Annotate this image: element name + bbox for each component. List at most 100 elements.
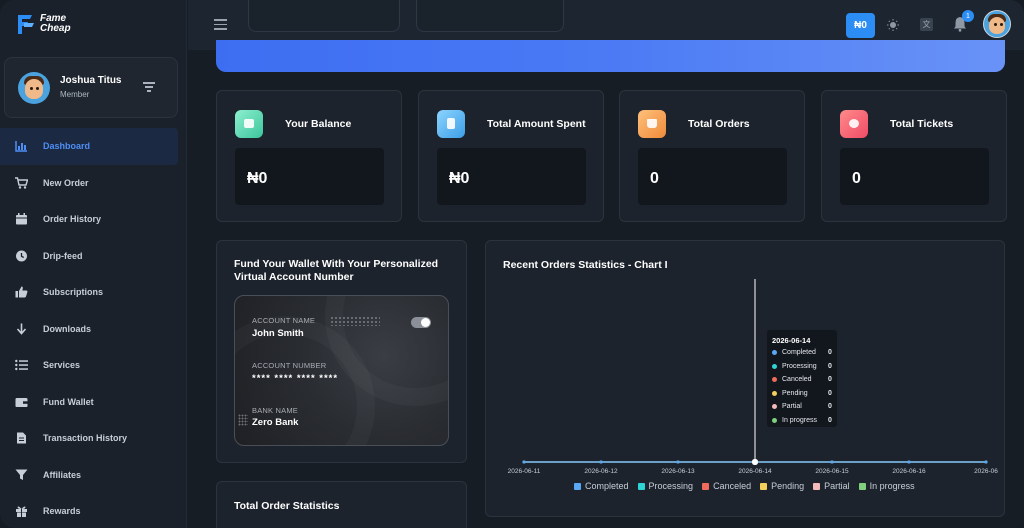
user-avatar[interactable] [983, 10, 1011, 38]
profile-role: Member [60, 90, 90, 99]
x-tick-label: 2026-06-13 [661, 468, 695, 475]
legend-label: In progress [869, 481, 915, 491]
legend-swatch [760, 482, 768, 490]
sidebar-item-subscriptions[interactable]: Subscriptions [0, 274, 187, 311]
account-name-label: ACCOUNT NAME [252, 316, 316, 325]
gift-icon [15, 505, 28, 518]
tooltip-series-name: Completed [782, 349, 816, 356]
menu-icon[interactable] [214, 19, 227, 30]
ghost-button-right [416, 0, 564, 32]
profile-menu-icon[interactable] [143, 82, 155, 92]
filter-icon [15, 469, 28, 481]
stat-title: Your Balance [285, 118, 352, 130]
legend-item-partial[interactable]: Partial [813, 481, 850, 491]
logo[interactable]: Fame Cheap [16, 12, 71, 36]
sidebar-item-label: Transaction History [43, 433, 128, 444]
profile-card: Joshua Titus Member [4, 57, 178, 118]
stat-value-box: 0 [638, 148, 787, 205]
data-point[interactable] [984, 460, 988, 464]
fund-wallet-panel: Fund Your Wallet With Your Personalized … [216, 240, 467, 463]
legend-item-pending[interactable]: Pending [760, 481, 804, 491]
app-frame: Fame Cheap Joshua Titus Member Dashboard… [0, 0, 1024, 528]
card-dots [330, 316, 380, 326]
sidebar-item-fund-wallet[interactable]: Fund Wallet [0, 384, 187, 421]
data-point[interactable] [676, 460, 680, 464]
sidebar-item-label: Rewards [43, 506, 81, 517]
legend-label: Pending [771, 481, 805, 491]
x-tick-label: 2026-06 [974, 468, 998, 475]
x-tick-label: 2026-06-14 [738, 468, 772, 475]
orders-chart[interactable]: 2026-06-11 2026-06-12 2026-06-13 2026-06-14… [486, 241, 1005, 517]
legend-swatch [574, 482, 581, 490]
tooltip-date: 2026-06-14 [772, 336, 811, 345]
stat-value: ₦0 [247, 170, 268, 187]
stat-title: Total Orders [688, 118, 750, 130]
cart-icon [638, 110, 666, 138]
sidebar-item-rewards[interactable]: Rewards [0, 493, 187, 528]
legend-item-canceled[interactable]: Canceled [702, 481, 751, 491]
total-order-statistics-panel: Total Order Statistics [216, 481, 467, 528]
legend-item-in-progress[interactable]: In progress [858, 481, 915, 491]
data-point[interactable] [599, 460, 603, 464]
arrow-down-icon [15, 323, 28, 335]
card-toggle[interactable] [411, 317, 431, 328]
stat-title: Total Amount Spent [487, 118, 586, 130]
sidebar-item-new-order[interactable]: New Order [0, 165, 187, 202]
tooltip-series-name: Canceled [782, 376, 812, 383]
cart-icon [15, 177, 29, 189]
profile-name: Joshua Titus [60, 75, 122, 86]
document-icon [15, 432, 28, 444]
stat-card-total-tickets: Total Tickets 0 [821, 90, 1007, 222]
theme-toggle-icon[interactable] [887, 18, 899, 31]
legend-label: Processing [648, 481, 694, 491]
tooltip-row: Partial 0 [772, 403, 834, 410]
wallet-icon [15, 396, 28, 408]
data-point[interactable] [830, 460, 834, 464]
stat-value-box: ₦0 [437, 148, 586, 205]
tooltip-value: 0 [828, 403, 832, 410]
data-point[interactable] [907, 460, 911, 464]
sidebar: Fame Cheap Joshua Titus Member Dashboard… [0, 0, 187, 528]
x-tick-label: 2026-06-16 [892, 468, 926, 475]
x-tick-label: 2026-06-11 [508, 468, 541, 475]
sidebar-item-downloads[interactable]: Downloads [0, 311, 187, 348]
wallet-icon [235, 110, 263, 138]
tooltip-row: Completed 0 [772, 349, 834, 356]
bank-name-label: BANK NAME [252, 406, 298, 415]
tooltip-value: 0 [828, 389, 832, 397]
x-tick-label: 2026-06-15 [815, 468, 849, 475]
translate-icon[interactable]: 文 [920, 18, 933, 31]
balance-chip[interactable]: ₦0 [846, 13, 875, 38]
sidebar-item-label: Order History [43, 214, 102, 225]
data-point[interactable] [522, 460, 526, 464]
stat-card-total-orders: Total Orders 0 [619, 90, 805, 222]
logo-text-line2: Cheap [40, 23, 71, 34]
legend-label: Completed [585, 481, 629, 491]
sidebar-item-drip-feed[interactable]: Drip-feed [0, 238, 187, 275]
hero-banner [216, 40, 1005, 72]
notification-badge: 1 [962, 10, 974, 22]
legend-item-completed[interactable]: Completed [574, 481, 629, 491]
sidebar-item-affiliates[interactable]: Affiliates [0, 457, 187, 494]
avatar[interactable] [18, 72, 50, 104]
card-chip [238, 414, 248, 426]
stat-value: 0 [650, 170, 659, 187]
sidebar-item-order-history[interactable]: Order History [0, 201, 187, 238]
stat-value-box: ₦0 [235, 148, 384, 205]
tooltip-dot [772, 363, 777, 369]
fund-wallet-title: Fund Your Wallet With Your Personalized … [234, 258, 439, 283]
legend-item-processing[interactable]: Processing [637, 481, 694, 491]
tooltip-series-name: Processing [782, 362, 817, 370]
data-point[interactable] [752, 459, 758, 465]
sidebar-item-transaction-history[interactable]: Transaction History [0, 420, 187, 457]
tooltip-value: 0 [828, 416, 832, 424]
stat-title: Total Tickets [890, 118, 954, 130]
sidebar-item-dashboard[interactable]: Dashboard [0, 128, 178, 165]
legend-swatch [858, 482, 866, 490]
chat-icon [840, 110, 868, 138]
clock-icon [15, 250, 28, 262]
legend-label: Canceled [713, 481, 752, 491]
sidebar-item-label: Fund Wallet [43, 396, 94, 407]
stat-card-amount-spent: Total Amount Spent ₦0 [418, 90, 604, 222]
sidebar-item-services[interactable]: Services [0, 347, 187, 384]
